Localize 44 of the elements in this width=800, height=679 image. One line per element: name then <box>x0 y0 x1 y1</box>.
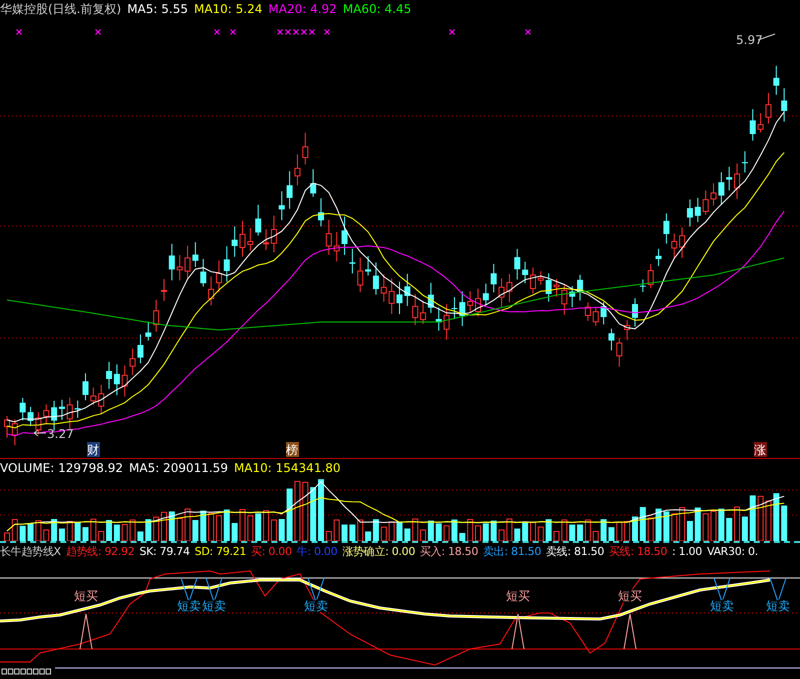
arrow-icon <box>34 430 46 436</box>
cross-icon <box>16 28 22 36</box>
indicator-value: 买: 0.00 <box>251 544 292 559</box>
volume-value: MA5: 209011.59 <box>129 461 228 475</box>
ma-value: MA60: 4.45 <box>342 2 412 16</box>
cross-icon <box>94 28 102 36</box>
cross-icon <box>214 28 220 36</box>
event-badge[interactable]: 榜 <box>286 442 299 457</box>
signal-label: 短卖 <box>177 599 201 613</box>
ma-value: MA20: 4.92 <box>268 2 337 16</box>
signal-label: 短买 <box>74 589 98 603</box>
ma-value: MA5: 5.55 <box>127 2 188 16</box>
indicator-value: SD: 79.21 <box>194 545 246 558</box>
signal-label: 短买 <box>506 589 530 603</box>
indicator-value: VAR30: 0. <box>706 545 758 558</box>
indicator-value: SK: 79.74 <box>139 545 190 558</box>
stock-title: 华媒控股(日线.前复权) <box>0 0 122 18</box>
signal-label: 短卖 <box>710 599 734 613</box>
buy-spike-icon <box>624 614 636 650</box>
indicator-value: 买线: 18.50 <box>609 544 668 559</box>
marker-strip-drawing <box>2 668 51 674</box>
cross-icon <box>448 28 456 36</box>
indicator-title: 长牛趋势线X <box>0 544 61 559</box>
indicator-value: 趋势线: 92.92 <box>66 544 134 559</box>
indicator-value: 涨势确立: 0.00 <box>342 544 416 559</box>
low-price-label: 3.27 <box>47 427 74 441</box>
buy-spike-icon <box>512 614 524 650</box>
event-badge[interactable]: 涨 <box>754 442 767 457</box>
signal-label: 短卖 <box>202 599 226 613</box>
signal-label: 短卖 <box>766 599 790 613</box>
volume-value: VOLUME: 129798.92 <box>0 461 123 475</box>
buy-spike-icon <box>80 614 92 650</box>
indicator-value: 卖出: 81.50 <box>483 544 542 559</box>
ma-value: MA10: 5.24 <box>194 2 262 16</box>
high-price-label: 5.97 <box>736 33 763 47</box>
cross-icon <box>524 28 532 36</box>
cross-icon <box>324 28 330 36</box>
indicator-value: : 1.00 <box>672 545 702 558</box>
event-badge[interactable]: 财 <box>87 442 100 457</box>
volume-value: MA10: 154341.80 <box>234 461 341 475</box>
indicator-value: 牛: 0.00 <box>296 544 338 559</box>
indicator-value: 买入: 18.50 <box>420 544 478 559</box>
cross-icon <box>230 28 236 36</box>
indicator-value: 卖线: 81.50 <box>546 544 604 559</box>
